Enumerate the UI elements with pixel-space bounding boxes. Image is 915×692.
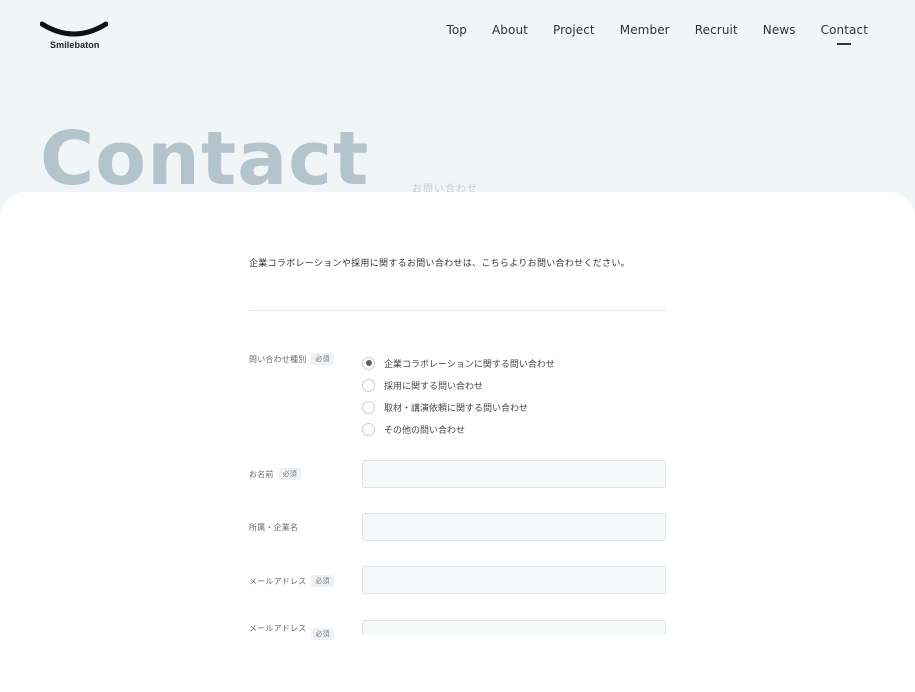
name-label-text: お名前 [249,469,274,479]
radio-option-recruit[interactable]: 採用に関する問い合わせ [362,374,555,396]
email-confirm-label-text: メールアドレス [249,623,307,633]
inquiry-type-label-text: 問い合わせ種別 [249,354,307,364]
radio-button[interactable] [362,422,375,436]
form-intro: 企業コラボレーションや採用に関するお問い合わせは、こちらよりお問い合わせください… [249,259,630,269]
brand-logo[interactable]: Smilebaton [40,20,110,54]
main-nav: Top About Project Member Recruit News Co… [446,23,868,45]
name-input[interactable] [362,460,666,488]
required-badge: 必須 [311,628,334,640]
company-label: 所属・企業名 [249,522,298,533]
required-badge: 必須 [311,353,334,365]
form-divider [249,310,666,311]
radio-button[interactable] [362,400,375,414]
required-badge: 必須 [278,468,302,480]
nav-item-news[interactable]: News [763,23,796,37]
radio-button[interactable] [362,378,375,392]
nav-item-member[interactable]: Member [620,23,670,37]
email-input[interactable] [362,566,666,594]
nav-item-project[interactable]: Project [553,23,595,37]
email-label: メールアドレス 必須 [249,575,334,587]
email-label-text: メールアドレス [249,576,307,586]
company-input[interactable] [362,513,666,541]
radio-option-collaboration[interactable]: 企業コラボレーションに関する問い合わせ [362,352,555,374]
nav-item-top[interactable]: Top [446,23,467,37]
email-confirm-label: メールアドレス 必須 [249,622,334,640]
radio-option-other[interactable]: その他の問い合わせ [362,418,555,440]
radio-button[interactable] [362,356,375,370]
inquiry-type-radio-group: 企業コラボレーションに関する問い合わせ 採用に関する問い合わせ 取材・講演依頼に… [362,352,555,440]
radio-option-label: 採用に関する問い合わせ [384,381,484,392]
radio-option-label: その他の問い合わせ [384,425,466,436]
email-confirm-input[interactable] [362,620,666,635]
required-badge: 必須 [311,575,334,587]
company-label-text: 所属・企業名 [249,523,299,532]
radio-option-press[interactable]: 取材・講演依頼に関する問い合わせ [362,396,555,418]
nav-item-about[interactable]: About [492,23,528,37]
name-label: お名前 必須 [249,468,302,480]
brand-name: Smilebaton [50,40,100,50]
page-title: Contact [40,116,370,202]
nav-item-contact[interactable]: Contact [821,23,868,45]
nav-item-recruit[interactable]: Recruit [695,23,738,37]
smile-logo-icon [40,21,108,37]
radio-option-label: 取材・講演依頼に関する問い合わせ [384,403,529,414]
inquiry-type-label: 問い合わせ種別 必須 [249,353,334,365]
radio-option-label: 企業コラボレーションに関する問い合わせ [384,359,555,370]
